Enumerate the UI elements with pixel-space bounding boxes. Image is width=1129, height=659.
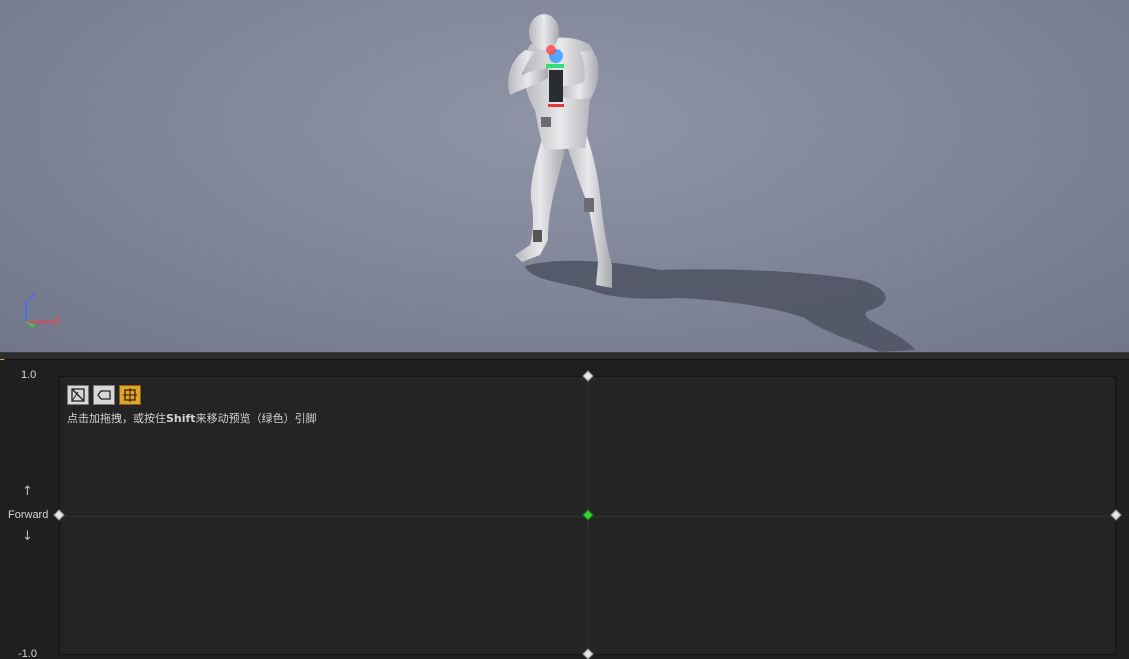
arrow-down-icon: ↓ bbox=[22, 529, 33, 544]
graph-hint-text: 点击加拖拽，或按住Shift来移动预览（绿色）引脚 bbox=[67, 412, 317, 425]
axis-min-label: -1.0 bbox=[18, 648, 37, 659]
character-scene bbox=[508, 14, 915, 352]
panel-splitter[interactable] bbox=[0, 352, 1129, 363]
axis-y-label: Y bbox=[29, 322, 36, 332]
tag-button[interactable] bbox=[93, 385, 115, 405]
tag-icon bbox=[97, 390, 111, 400]
fit-view-button[interactable] bbox=[119, 385, 141, 405]
head bbox=[529, 14, 559, 50]
axis-max-label: 1.0 bbox=[21, 369, 37, 381]
axis-name-label: Forward bbox=[8, 509, 49, 521]
left-leg bbox=[515, 130, 565, 262]
axis-gizmo bbox=[25, 300, 54, 327]
arrow-up-icon: ↑ bbox=[22, 484, 33, 499]
preview-viewport[interactable]: Z X Y bbox=[0, 0, 1129, 352]
graph-toolbar bbox=[67, 385, 141, 405]
blend-space-panel bbox=[0, 360, 1129, 659]
triangulation-button[interactable] bbox=[67, 385, 89, 405]
triangulation-icon bbox=[71, 388, 85, 402]
character-shadow bbox=[525, 260, 915, 352]
axis-z-label: Z bbox=[29, 292, 36, 303]
fit-view-icon bbox=[123, 388, 137, 402]
axis-x-label: X bbox=[54, 316, 61, 327]
